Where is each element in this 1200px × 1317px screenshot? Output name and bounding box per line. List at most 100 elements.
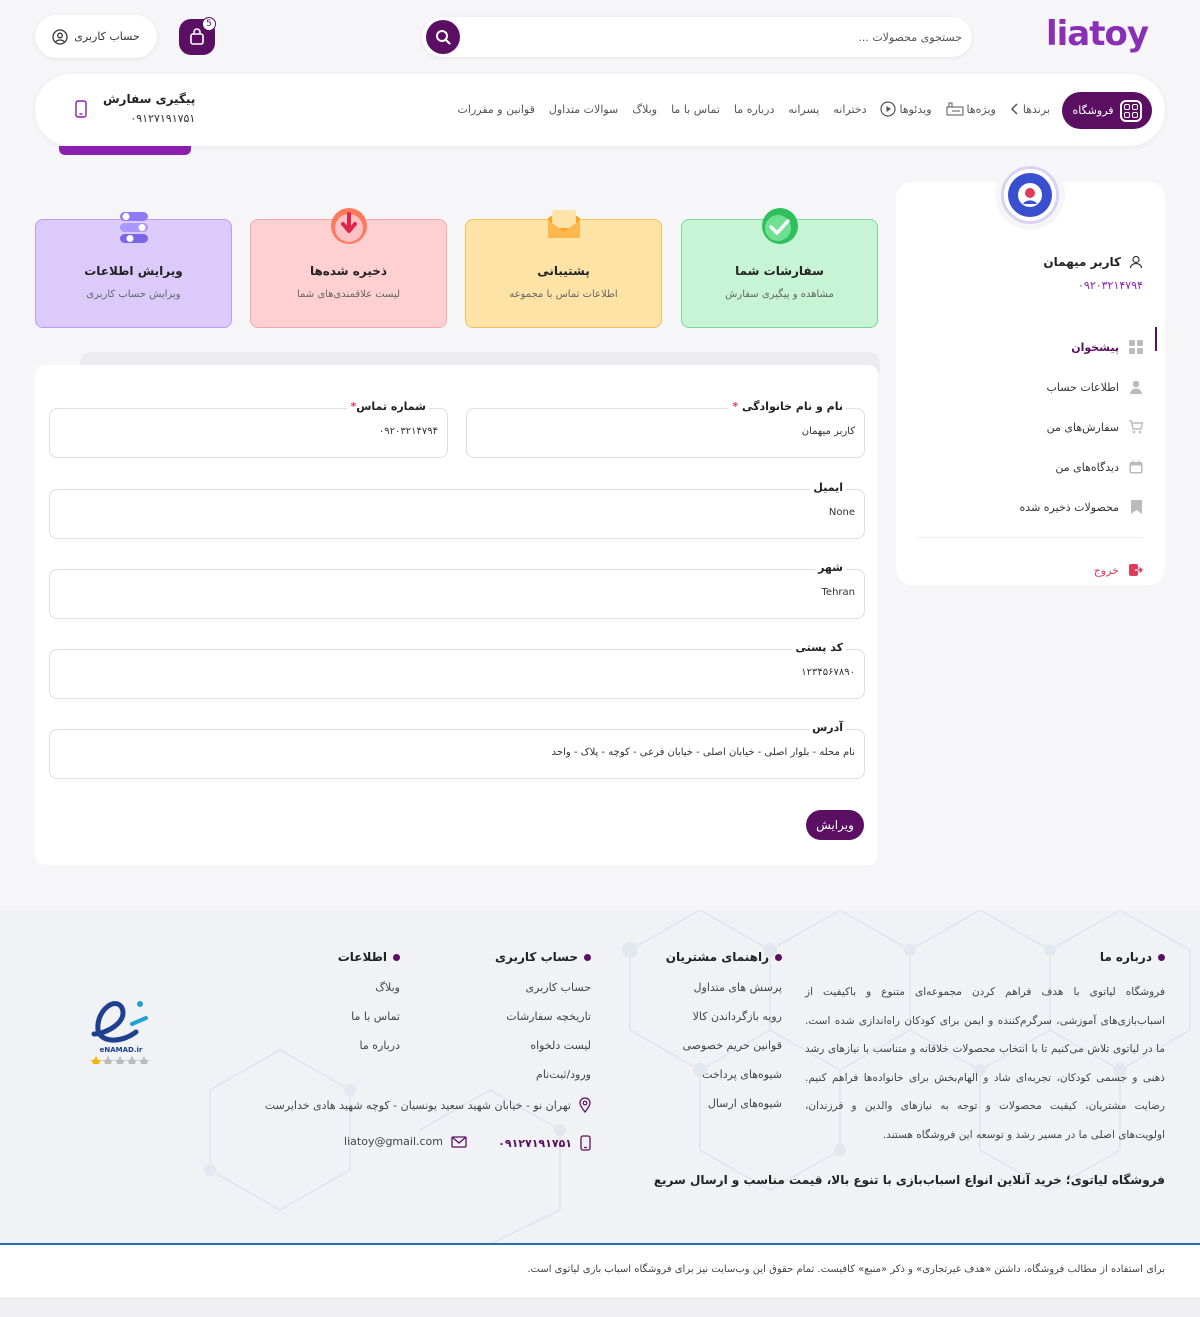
card-title: ذخیره شده‌ها bbox=[309, 264, 388, 278]
search-input[interactable] bbox=[482, 17, 972, 57]
enamad-trust-badge[interactable]: eNAMAD.ir bbox=[86, 984, 156, 1066]
required-mark: * bbox=[732, 400, 739, 413]
enamad-logo-icon: eNAMAD.ir bbox=[90, 1001, 150, 1066]
about-text: فروشگاه لیاتوی با هدف فراهم کردن مجموعه‌… bbox=[805, 986, 1165, 1141]
order-tracking[interactable]: پیگیری سفارش ۰۹۱۲۷۱۹۱۷۵۱ bbox=[75, 92, 195, 125]
footer-link-privacy[interactable]: قوانین حریم خصوصی bbox=[682, 1039, 782, 1052]
envelope-icon bbox=[547, 210, 580, 238]
info-title: اطلاعات bbox=[338, 950, 400, 964]
name-label: نام و نام خانوادگی * bbox=[729, 400, 846, 413]
user-circle-icon bbox=[52, 28, 68, 45]
footer-phone[interactable]: ۰۹۱۲۷۱۹۱۷۵۱ bbox=[498, 1135, 591, 1151]
sidebar-item-dashboard[interactable]: پیشخوان bbox=[918, 327, 1157, 367]
cart-count-badge: 5 bbox=[202, 17, 216, 31]
name-field[interactable]: نام و نام خانوادگی * کاربر میهمان bbox=[466, 400, 865, 458]
card-subtitle: ویرایش حساب کاربری bbox=[86, 289, 181, 300]
footer-link-payment[interactable]: شیوه‌های پرداخت bbox=[702, 1068, 782, 1081]
footer-link-about[interactable]: درباره ما bbox=[360, 1039, 400, 1052]
main-nav: فروشگاه برندها ویژه‌ها ویدئوها دخترانه پ… bbox=[35, 74, 1165, 146]
track-phone: ۰۹۱۲۷۱۹۱۷۵۱ bbox=[130, 112, 196, 125]
card-subtitle: اطلاعات تماس با مجموعه bbox=[509, 289, 618, 300]
postal-code-field[interactable]: کد پستی ۱۲۳۴۵۶۷۸۹۰ bbox=[49, 641, 865, 699]
search-button[interactable] bbox=[426, 20, 460, 54]
user-name: کاربر میهمان bbox=[1043, 255, 1143, 269]
logo-text: liatoy bbox=[1045, 14, 1149, 54]
nav-contact[interactable]: تماس با ما bbox=[671, 103, 720, 116]
nav-videos[interactable]: ویدئوها bbox=[880, 101, 932, 117]
edit-button[interactable]: ویرایش bbox=[806, 810, 864, 840]
footer-email[interactable]: liatoy@gmail.com bbox=[344, 1135, 467, 1148]
sidebar-item-reviews[interactable]: دیدگاه‌های من bbox=[918, 447, 1143, 487]
location-pin-icon bbox=[579, 1097, 591, 1113]
chevron-left-icon bbox=[1010, 103, 1018, 115]
address-value: نام محله - بلوار اصلی - خیابان اصلی - خی… bbox=[551, 747, 855, 758]
toggles-icon bbox=[119, 212, 148, 243]
shopping-bag-icon bbox=[190, 28, 204, 45]
card-orders[interactable]: سفارشات شما مشاهده و پیگیری سفارش bbox=[681, 208, 878, 328]
page-bottom-strip bbox=[0, 1297, 1200, 1317]
footer-slogan: فروشگاه لیاتوی؛ خرید آنلاین انواع اسباب‌… bbox=[653, 1173, 1165, 1187]
footer-link-wishlist[interactable]: لیست دلخواه bbox=[530, 1039, 591, 1052]
address-field[interactable]: آدرس نام محله - بلوار اصلی - خیابان اصلی… bbox=[49, 721, 865, 779]
mobile-phone-icon bbox=[75, 99, 87, 118]
account-sidebar: کاربر میهمان ۰۹۲۰۳۲۱۴۷۹۴ پیشخوان اطلاعات… bbox=[896, 166, 1165, 585]
phone-label: شماره تماس* bbox=[347, 400, 429, 413]
card-edit-info[interactable]: ویرایش اطلاعات ویرایش حساب کاربری bbox=[35, 212, 232, 328]
postal-code-value: ۱۲۳۴۵۶۷۸۹۰ bbox=[801, 667, 855, 678]
envelope-icon bbox=[451, 1135, 467, 1148]
track-title: پیگیری سفارش bbox=[103, 92, 196, 106]
footer-link-shipping[interactable]: شیوه‌های ارسال bbox=[708, 1097, 782, 1110]
footer-link-login[interactable]: ورود/ثبت‌نام bbox=[536, 1068, 591, 1081]
cart-icon bbox=[1129, 420, 1143, 434]
grid-icon bbox=[1119, 99, 1142, 122]
nav-accent-bar bbox=[59, 146, 191, 155]
account-button[interactable]: حساب کاربری bbox=[35, 15, 157, 58]
nav-terms[interactable]: قوانین و مقررات bbox=[458, 103, 535, 116]
city-field[interactable]: شهر Tehran bbox=[49, 561, 865, 619]
city-label: شهر bbox=[815, 561, 846, 574]
card-support[interactable]: پشتیبانی اطلاعات تماس با مجموعه bbox=[465, 210, 662, 328]
nav-blog[interactable]: وبلاگ bbox=[632, 103, 657, 116]
copyright-text: برای استفاده از مطالب فروشگاه، داشتن «هد… bbox=[527, 1264, 1165, 1275]
check-circle-icon bbox=[761, 208, 798, 244]
footer-link-order-history[interactable]: تاریخچه سفارشات bbox=[506, 1010, 591, 1023]
address-label: آدرس bbox=[809, 721, 846, 734]
footer-link-returns[interactable]: رویه بازگرداندن کالا bbox=[693, 1010, 782, 1023]
footer-link-faq[interactable]: پرسش های متداول bbox=[694, 981, 782, 994]
email-label: ایمیل bbox=[810, 481, 846, 494]
name-value: کاربر میهمان bbox=[801, 426, 855, 437]
search-icon bbox=[436, 30, 451, 45]
card-title: سفارشات شما bbox=[735, 264, 824, 278]
user-avatar-icon bbox=[1018, 183, 1042, 207]
nav-brands[interactable]: برندها bbox=[1010, 103, 1050, 116]
nav-about[interactable]: درباره ما bbox=[734, 103, 774, 116]
account-title: حساب کاربری bbox=[495, 950, 591, 964]
site-footer: درباره ما فروشگاه لیاتوی با هدف فراهم کر… bbox=[0, 910, 1200, 1244]
postal-code-label: کد پستی bbox=[792, 641, 846, 654]
nav-girls[interactable]: دخترانه bbox=[833, 103, 866, 116]
search-bar bbox=[422, 17, 972, 57]
logout-icon bbox=[1129, 563, 1143, 577]
cart-button[interactable]: 5 bbox=[179, 17, 216, 55]
sidebar-item-saved[interactable]: محصولات ذخیره شده bbox=[918, 487, 1143, 527]
sidebar-item-logout[interactable]: خروج bbox=[918, 550, 1143, 590]
sidebar-item-orders[interactable]: سفارش‌های من bbox=[918, 407, 1143, 447]
phone-field[interactable]: شماره تماس* ۰۹۲۰۳۲۱۴۷۹۴ bbox=[49, 400, 448, 458]
email-field[interactable]: ایمیل None bbox=[49, 481, 865, 539]
account-label: حساب کاربری bbox=[74, 30, 140, 43]
person-icon bbox=[1129, 380, 1143, 394]
footer-link-blog[interactable]: وبلاگ bbox=[375, 981, 400, 994]
shop-button[interactable]: فروشگاه bbox=[1062, 92, 1152, 129]
nav-specials[interactable]: ویژه‌ها bbox=[946, 102, 996, 116]
mobile-phone-icon bbox=[580, 1135, 591, 1151]
footer-link-contact[interactable]: تماس با ما bbox=[351, 1010, 400, 1023]
card-saved[interactable]: ذخیره شده‌ها لیست علاقمندی‌های شما bbox=[250, 208, 447, 328]
bookshelf-icon bbox=[946, 102, 964, 116]
site-logo[interactable]: liatoy bbox=[1046, 14, 1149, 60]
footer-link-account[interactable]: حساب کاربری bbox=[526, 981, 591, 994]
nav-faq[interactable]: سوالات متداول bbox=[549, 103, 618, 116]
sidebar-item-account-info[interactable]: اطلاعات حساب bbox=[918, 367, 1143, 407]
about-title: درباره ما bbox=[1100, 950, 1165, 964]
nav-boys[interactable]: پسرانه bbox=[788, 103, 819, 116]
guide-title: راهنمای مشتریان bbox=[666, 950, 782, 964]
